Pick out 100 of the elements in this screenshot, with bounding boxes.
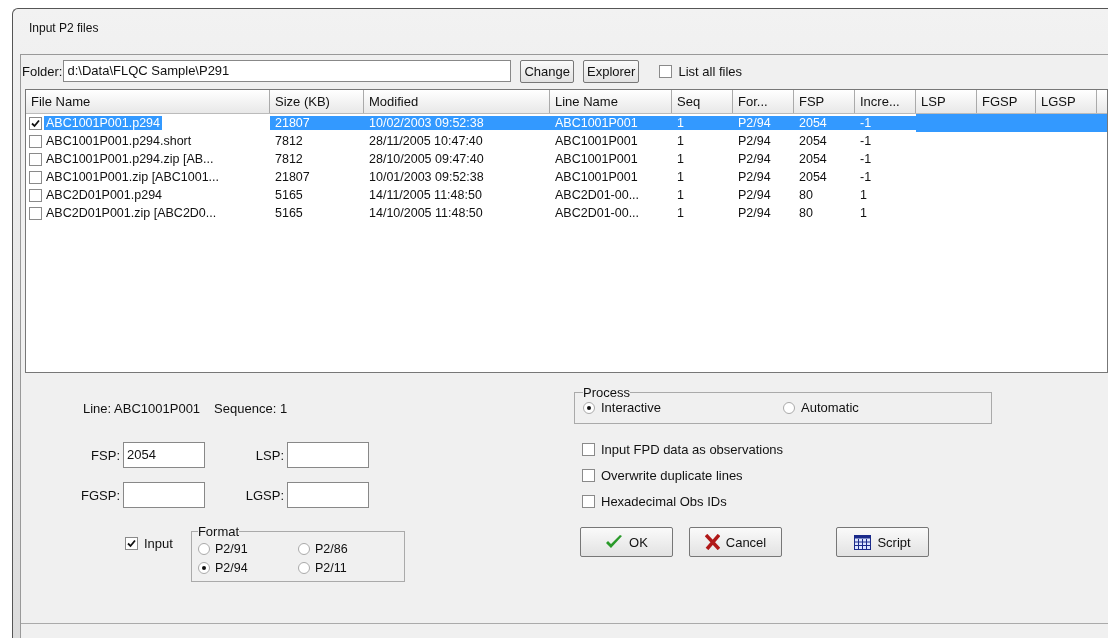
- column-header[interactable]: Line Name: [550, 90, 672, 113]
- checkbox[interactable]: [29, 152, 42, 166]
- table-cell-text: 1: [859, 206, 868, 220]
- checkbox-label: Hexadecimal Obs IDs: [601, 494, 727, 509]
- radio-button[interactable]: [197, 542, 210, 555]
- table-cell: ABC1001P001: [550, 116, 672, 130]
- column-header[interactable]: Seq: [672, 90, 733, 113]
- checkbox[interactable]: [582, 495, 595, 508]
- checkbox[interactable]: [582, 469, 595, 482]
- table-cell-text: -1: [859, 152, 873, 166]
- column-header[interactable]: FSP: [794, 90, 855, 113]
- folder-field[interactable]: d:\Data\FLQC Sample\P291: [63, 60, 512, 82]
- column-header[interactable]: File Name: [26, 90, 270, 113]
- checkbox[interactable]: [582, 443, 595, 456]
- radio-label: Interactive: [601, 400, 661, 415]
- table-cell-text: 28/11/2005 10:47:40: [368, 134, 484, 148]
- action-button[interactable]: Script: [836, 527, 929, 557]
- checkbox-label: Input FPD data as observations: [601, 442, 784, 457]
- table-cell-text: P2/94: [737, 152, 772, 166]
- table-cell-text: 1: [676, 134, 685, 148]
- radio-label: P2/94: [214, 560, 248, 575]
- file-name[interactable]: ABC1001P001.p294.short: [44, 134, 194, 148]
- input-field[interactable]: [123, 482, 205, 508]
- calendar-icon: [854, 534, 872, 550]
- table-cell-text: 1: [676, 188, 685, 202]
- file-name[interactable]: ABC2D01P001.zip [ABC2D0...: [44, 206, 219, 220]
- table-cell-text: 1: [676, 170, 685, 184]
- table-cell-text: 2054: [798, 152, 828, 166]
- table-cell-text: 2054: [798, 170, 828, 184]
- group-title: Process: [583, 385, 630, 400]
- table-cell-text: 2054: [798, 134, 828, 148]
- radio-button[interactable]: [783, 401, 795, 414]
- column-header[interactable]: LSP: [916, 90, 977, 113]
- table-cell-text: P2/94: [737, 188, 772, 202]
- folder-label: Folder:: [22, 63, 63, 79]
- radio-label: P2/91: [214, 541, 248, 556]
- table-cell-text: -1: [859, 134, 873, 148]
- table-cell-text: 1: [676, 152, 685, 166]
- table-cell-text: 5165: [274, 188, 304, 202]
- table-cell-text: 14/11/2005 11:48:50: [368, 188, 483, 202]
- column-header[interactable]: Size (KB): [270, 90, 364, 113]
- checkbox[interactable]: [125, 537, 138, 550]
- checkbox[interactable]: [29, 134, 42, 148]
- checkbox[interactable]: [29, 188, 42, 202]
- checkbox[interactable]: [29, 206, 42, 220]
- table-cell-text: -1: [859, 170, 873, 184]
- table-cell-text: ABC1001P001: [554, 152, 639, 166]
- folder-button[interactable]: Explorer: [583, 59, 640, 83]
- table-cell: 1: [672, 116, 733, 130]
- table-cell-text: 5165: [274, 206, 304, 220]
- input-field[interactable]: [287, 442, 369, 468]
- table-cell: 10/02/2003 09:52:38: [364, 116, 550, 130]
- input-field[interactable]: 2054: [123, 442, 205, 468]
- file-name[interactable]: ABC1001P001.zip [ABC1001...: [44, 170, 222, 184]
- table-cell-text: ABC1001P001: [554, 170, 639, 184]
- table-cell-text: 80: [798, 206, 814, 220]
- table-cell-text: 28/10/2005 09:47:40: [368, 152, 485, 166]
- file-name[interactable]: ABC1001P001.p294.zip [AB...: [44, 152, 216, 166]
- table-cell-text: ABC2D01-00...: [554, 188, 641, 202]
- table-cell: 21807: [270, 116, 364, 130]
- checkbox-label: Input: [144, 536, 173, 551]
- table-cell-text: ABC2D01-00...: [554, 206, 641, 220]
- radio-button[interactable]: [197, 561, 210, 574]
- column-header[interactable]: Incre...: [855, 90, 916, 113]
- radio-button[interactable]: [583, 401, 595, 414]
- table-cell-text: 14/10/2005 11:48:50: [368, 206, 484, 220]
- cross-icon: [704, 534, 720, 550]
- table-cell: 2054: [794, 116, 855, 130]
- action-button[interactable]: OK: [580, 527, 673, 557]
- input-field[interactable]: [287, 482, 369, 508]
- folder-button[interactable]: Change: [520, 59, 574, 83]
- field-label: FGSP:: [80, 487, 121, 503]
- file-name[interactable]: ABC2D01P001.p294: [44, 188, 165, 202]
- table-cell-text: P2/94: [737, 206, 772, 220]
- radio-button[interactable]: [297, 542, 310, 555]
- radio-button[interactable]: [297, 561, 310, 574]
- table-cell-text: 7812: [274, 134, 304, 148]
- radio-label: P2/11: [314, 560, 347, 575]
- checkmark-icon: [605, 534, 624, 550]
- checkbox-label: List all files: [678, 63, 742, 79]
- checkbox-label: Overwrite duplicate lines: [601, 468, 743, 483]
- checkbox[interactable]: [29, 170, 42, 184]
- column-header[interactable]: FGSP: [977, 90, 1036, 113]
- group-title: Format: [197, 524, 240, 539]
- table-cell: P2/94: [733, 116, 794, 130]
- checkbox[interactable]: [29, 116, 42, 130]
- sequence-text: Sequence: 1: [214, 401, 288, 416]
- table-cell-text: 1: [859, 188, 868, 202]
- radio-label: P2/86: [314, 541, 348, 556]
- table-cell-text: 7812: [274, 152, 304, 166]
- checkbox[interactable]: [659, 64, 673, 78]
- column-header[interactable]: Modified: [364, 90, 550, 113]
- action-button[interactable]: Cancel: [689, 527, 782, 557]
- table-cell-text: 21807: [274, 170, 311, 184]
- table-cell-text: 1: [676, 206, 685, 220]
- table-cell-text: P2/94: [737, 170, 772, 184]
- column-header[interactable]: LGSP: [1036, 90, 1097, 113]
- table-cell-text: P2/94: [737, 134, 772, 148]
- window-title: Input P2 files: [29, 21, 99, 35]
- column-header[interactable]: For...: [733, 90, 794, 113]
